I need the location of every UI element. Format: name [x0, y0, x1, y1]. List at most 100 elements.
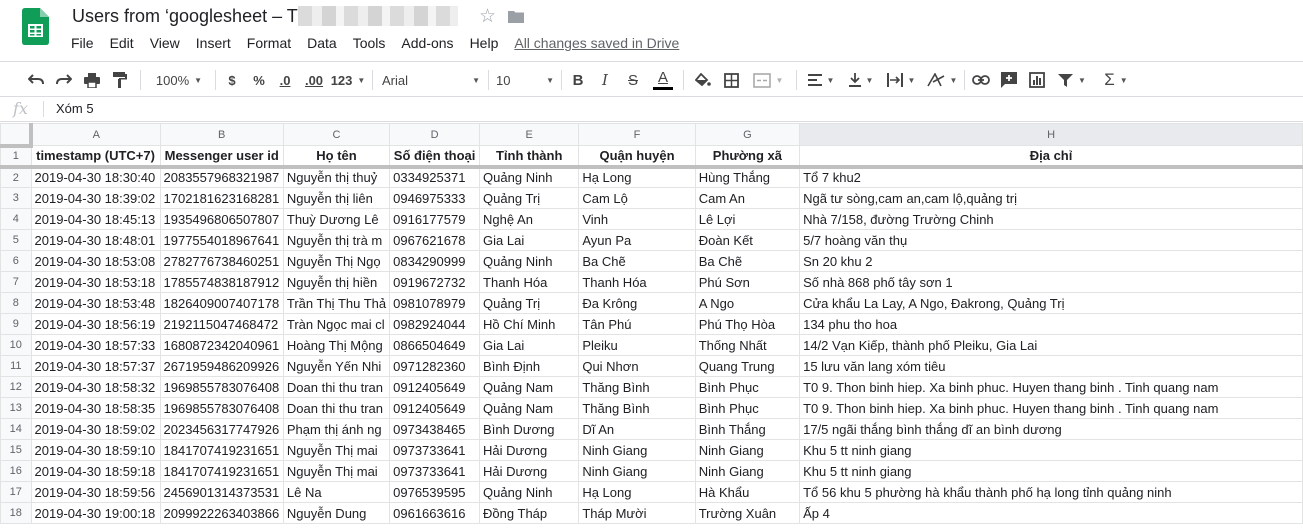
row-number[interactable]: 8 — [0, 292, 32, 314]
column-header-c[interactable]: C — [282, 123, 391, 146]
row-number[interactable]: 11 — [0, 355, 32, 377]
fill-color-icon[interactable] — [692, 69, 714, 91]
filter-icon[interactable]: ▼ — [1054, 69, 1090, 91]
insert-comment-icon[interactable] — [998, 69, 1020, 91]
table-cell[interactable]: Phạm thị ánh ng — [282, 418, 391, 440]
table-cell[interactable]: 15 lưu văn lang xóm tiêu — [799, 355, 1303, 377]
table-cell[interactable]: Doan thi thu tran — [282, 376, 391, 398]
table-cell[interactable]: Thanh Hóa — [479, 271, 580, 293]
table-cell[interactable]: Qui Nhơn — [578, 355, 696, 377]
horizontal-align-icon[interactable]: ▼ — [804, 69, 838, 91]
table-cell[interactable]: Hải Dương — [479, 460, 580, 482]
table-cell[interactable]: 2019-04-30 18:53:08 — [30, 250, 161, 272]
table-cell[interactable]: Ninh Giang — [578, 439, 696, 461]
table-cell[interactable]: Ngã tư sòng,cam an,cam lộ,quảng trị — [799, 187, 1303, 209]
table-cell[interactable]: 2083557968321987 — [159, 166, 284, 188]
strikethrough-button[interactable]: S — [623, 69, 643, 91]
table-cell[interactable]: Doan thi thu tran — [282, 397, 391, 419]
row-number[interactable]: 7 — [0, 271, 32, 293]
text-rotation-icon[interactable]: ▼ — [924, 69, 960, 91]
table-cell[interactable]: Lê Lợi — [694, 208, 801, 230]
table-cell[interactable]: 2019-04-30 18:53:48 — [30, 292, 161, 314]
save-status-link[interactable]: All changes saved in Drive — [514, 34, 679, 52]
table-cell[interactable]: 2019-04-30 18:30:40 — [30, 166, 161, 188]
header-cell[interactable]: Số điện thoại — [389, 145, 481, 169]
table-cell[interactable]: 0982924044 — [389, 313, 481, 335]
table-cell[interactable]: 2019-04-30 18:59:18 — [30, 460, 161, 482]
table-cell[interactable]: 134 phu tho hoa — [799, 313, 1303, 335]
table-cell[interactable]: 0916177579 — [389, 208, 481, 230]
row-number[interactable]: 2 — [0, 166, 32, 188]
table-cell[interactable]: 17/5 ngãi thắng bình thắng dĩ an bình dư… — [799, 418, 1303, 440]
table-cell[interactable]: Pleiku — [578, 334, 696, 356]
table-cell[interactable]: Hùng Thắng — [694, 166, 801, 188]
column-header-b[interactable]: B — [159, 123, 284, 146]
table-cell[interactable]: Ninh Giang — [694, 460, 801, 482]
menu-view[interactable]: View — [142, 34, 188, 52]
table-cell[interactable]: Cửa khẩu La Lay, A Ngo, Đakrong, Quảng T… — [799, 292, 1303, 314]
table-cell[interactable]: Đa Krông — [578, 292, 696, 314]
text-wrapping-icon[interactable]: ▼ — [884, 69, 918, 91]
table-cell[interactable]: 0912405649 — [389, 397, 481, 419]
table-cell[interactable]: 2019-04-30 18:59:56 — [30, 481, 161, 503]
table-cell[interactable]: Quảng Trị — [479, 187, 580, 209]
star-icon[interactable]: ☆ — [479, 5, 496, 28]
row-number[interactable]: 17 — [0, 481, 32, 503]
currency-format-button[interactable]: $ — [222, 69, 242, 91]
table-cell[interactable]: T0 9. Thon binh hiep. Xa binh phuc. Huye… — [799, 376, 1303, 398]
row-number[interactable]: 4 — [0, 208, 32, 230]
table-cell[interactable]: 0973733641 — [389, 460, 481, 482]
menu-insert[interactable]: Insert — [188, 34, 239, 52]
font-size-select[interactable]: 10 ▼ — [496, 69, 554, 91]
table-cell[interactable]: Nhà 7/158, đường Trường Chinh — [799, 208, 1303, 230]
table-cell[interactable]: Thăng Bình — [578, 376, 696, 398]
header-cell[interactable]: Họ tên — [282, 145, 391, 169]
table-cell[interactable]: Lê Na — [282, 481, 391, 503]
table-cell[interactable]: Gia Lai — [479, 229, 580, 251]
table-cell[interactable]: Số nhà 868 phố tây sơn 1 — [799, 271, 1303, 293]
table-cell[interactable]: 2099922263403866 — [159, 502, 284, 524]
table-cell[interactable]: Trường Xuân — [694, 502, 801, 524]
undo-icon[interactable] — [24, 69, 48, 91]
table-cell[interactable]: 2782776738460251 — [159, 250, 284, 272]
table-cell[interactable]: Nguyễn thị liên — [282, 187, 391, 209]
document-title[interactable]: Users from ‘googlesheet – T — [72, 6, 298, 27]
table-cell[interactable]: 2019-04-30 18:56:19 — [30, 313, 161, 335]
table-cell[interactable]: Quang Trung — [694, 355, 801, 377]
table-cell[interactable]: 2023456317747926 — [159, 418, 284, 440]
table-cell[interactable]: Thăng Bình — [578, 397, 696, 419]
table-cell[interactable]: 1826409007407178 — [159, 292, 284, 314]
menu-edit[interactable]: Edit — [102, 34, 142, 52]
column-header-a[interactable]: A — [30, 123, 161, 146]
table-cell[interactable]: 1969855783076408 — [159, 376, 284, 398]
table-cell[interactable]: T0 9. Thon binh hiep. Xa binh phuc. Huye… — [799, 397, 1303, 419]
table-cell[interactable]: 0946975333 — [389, 187, 481, 209]
table-cell[interactable]: Nguyễn thị trà m — [282, 229, 391, 251]
table-cell[interactable]: Đoàn Kết — [694, 229, 801, 251]
column-header-d[interactable]: D — [389, 123, 481, 146]
row-number[interactable]: 9 — [0, 313, 32, 335]
table-cell[interactable]: Bình Thắng — [694, 418, 801, 440]
table-cell[interactable]: Thống Nhất — [694, 334, 801, 356]
table-cell[interactable]: 2019-04-30 19:00:18 — [30, 502, 161, 524]
menu-data[interactable]: Data — [299, 34, 345, 52]
more-formats-button[interactable]: 123 ▼ — [331, 69, 366, 91]
table-cell[interactable]: Cam An — [694, 187, 801, 209]
italic-button[interactable]: I — [595, 69, 615, 91]
table-cell[interactable]: Hạ Long — [578, 481, 696, 503]
row-number[interactable]: 3 — [0, 187, 32, 209]
table-cell[interactable]: Ba Chẽ — [694, 250, 801, 272]
table-cell[interactable]: Nguyễn Thị Ngọ — [282, 250, 391, 272]
header-cell[interactable]: Tỉnh thành — [479, 145, 580, 169]
table-cell[interactable]: Đồng Tháp — [479, 502, 580, 524]
bold-button[interactable]: B — [568, 69, 588, 91]
table-cell[interactable]: Quảng Ninh — [479, 166, 580, 188]
menu-file[interactable]: File — [63, 34, 102, 52]
table-cell[interactable]: 0834290999 — [389, 250, 481, 272]
table-cell[interactable]: Hạ Long — [578, 166, 696, 188]
table-cell[interactable]: 2671959486209926 — [159, 355, 284, 377]
table-cell[interactable]: 2019-04-30 18:59:02 — [30, 418, 161, 440]
table-cell[interactable]: 1785574838187912 — [159, 271, 284, 293]
table-cell[interactable]: 2019-04-30 18:59:10 — [30, 439, 161, 461]
table-cell[interactable]: Phú Thọ Hòa — [694, 313, 801, 335]
